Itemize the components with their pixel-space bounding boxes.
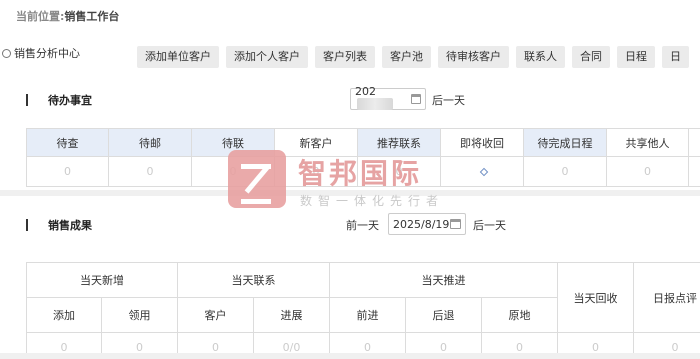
calendar-icon[interactable]	[450, 219, 461, 229]
bottom-strip	[0, 353, 700, 359]
sales-analysis-centre-label: 销售分析中心	[14, 47, 80, 60]
todo-col-header[interactable]: 待查	[26, 128, 109, 157]
add-company-customer-button[interactable]: 添加单位客户	[137, 46, 219, 68]
todo-value-row: 0 0 0 0 0 0 0	[26, 156, 700, 187]
section-marker	[26, 94, 28, 106]
todo-table: 待查 待邮 待联 新客户 推荐联系 即将收回 待完成日程 共享他人 0 0 0 …	[26, 128, 700, 187]
sales-section-header: 销售成果	[26, 217, 92, 233]
sales-group-header-row: 当天新增 当天联系 当天推进 当天回收 日报点评	[26, 262, 700, 333]
todo-col-header[interactable]: 共享他人	[606, 128, 689, 157]
sub-header: 后退	[405, 297, 482, 333]
sales-workbench-page: 当前位置:销售工作台 销售分析中心 添加单位客户 添加个人客户 客户列表 客户池…	[0, 0, 700, 359]
quick-nav-bar: 添加单位客户 添加个人客户 客户列表 客户池 待审核客户 联系人 合同 日程 日	[137, 46, 689, 68]
todo-col-header[interactable]: 待联	[191, 128, 275, 157]
contacts-button[interactable]: 联系人	[516, 46, 565, 68]
todo-next-day-link[interactable]: 后一天	[432, 92, 465, 108]
sales-date-value: 2025/8/19	[393, 217, 450, 231]
sales-prev-day-link[interactable]: 前一天	[346, 217, 379, 233]
todo-title: 待办事宜	[48, 94, 92, 107]
customer-pool-button[interactable]: 客户池	[382, 46, 431, 68]
sales-results-table: 当天新增 当天联系 当天推进 当天回收 日报点评 添加 领用 客户 进展 前进 …	[26, 262, 700, 359]
schedule-button[interactable]: 日程	[617, 46, 655, 68]
todo-date-input[interactable]: 202	[350, 85, 426, 110]
contract-button[interactable]: 合同	[572, 46, 610, 68]
todo-count[interactable]: 0	[108, 156, 192, 187]
breadcrumb: 当前位置:销售工作台	[16, 8, 119, 24]
group-header-new: 当天新增	[26, 262, 178, 298]
radio-icon[interactable]	[2, 48, 11, 58]
sub-header: 客户	[177, 297, 254, 333]
redacted-date	[357, 98, 393, 110]
section-divider	[0, 190, 700, 196]
pending-review-customer-button[interactable]: 待审核客户	[438, 46, 509, 68]
todo-date-value: 202	[355, 85, 376, 98]
group-header-daily-review: 日报点评	[633, 262, 700, 333]
todo-col-header[interactable]: 新客户	[274, 128, 358, 157]
sub-header: 前进	[329, 297, 406, 333]
todo-col-header-empty	[688, 128, 700, 157]
todo-count[interactable]: 0	[523, 156, 607, 187]
group-header-progress: 当天推进	[329, 262, 558, 298]
add-personal-customer-button[interactable]: 添加个人客户	[226, 46, 308, 68]
sales-date-input[interactable]: 2025/8/19	[388, 213, 466, 235]
breadcrumb-current: 销售工作台	[64, 10, 120, 23]
customer-list-button[interactable]: 客户列表	[315, 46, 375, 68]
group-header-recovered: 当天回收	[557, 262, 634, 333]
todo-count[interactable]: 0	[606, 156, 689, 187]
sales-next-day-link[interactable]: 后一天	[473, 217, 506, 233]
todo-count-empty	[688, 156, 700, 187]
todo-count[interactable]: 0	[26, 156, 109, 187]
todo-count[interactable]: 0	[357, 156, 441, 187]
calendar-icon[interactable]	[410, 94, 421, 104]
sales-analysis-centre-option[interactable]: 销售分析中心	[2, 45, 80, 61]
sub-header: 添加	[26, 297, 102, 333]
sub-header: 领用	[101, 297, 178, 333]
sales-title: 销售成果	[48, 219, 92, 232]
diamond-icon	[479, 167, 488, 177]
todo-header-row: 待查 待邮 待联 新客户 推荐联系 即将收回 待完成日程 共享他人	[26, 128, 700, 157]
todo-col-header[interactable]: 待邮	[108, 128, 192, 157]
todo-count[interactable]: 0	[191, 156, 275, 187]
breadcrumb-prefix: 当前位置:	[16, 10, 65, 23]
truncated-nav-button[interactable]: 日	[662, 46, 689, 68]
todo-col-header[interactable]: 推荐联系	[357, 128, 441, 157]
todo-section-header: 待办事宜	[26, 92, 92, 108]
todo-count[interactable]: 0	[274, 156, 358, 187]
sub-header: 原地	[481, 297, 558, 333]
sub-header: 进展	[253, 297, 330, 333]
todo-col-header[interactable]: 待完成日程	[523, 128, 607, 157]
todo-col-header[interactable]: 即将收回	[440, 128, 524, 157]
group-header-contact: 当天联系	[177, 262, 330, 298]
section-marker	[26, 219, 28, 231]
todo-count-cell[interactable]	[440, 156, 524, 187]
